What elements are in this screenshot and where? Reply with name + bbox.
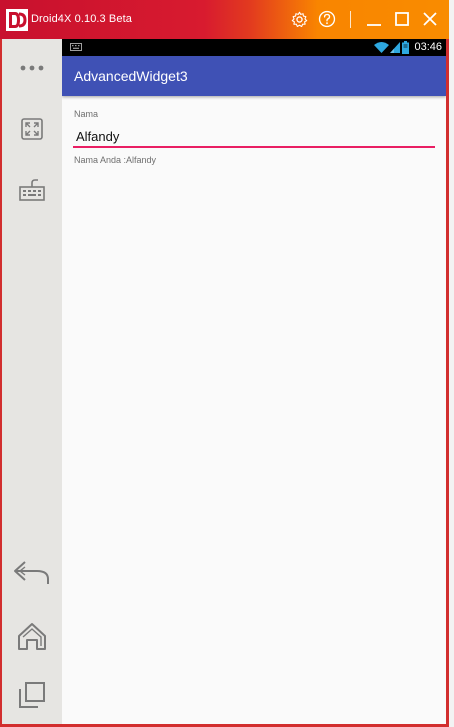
titlebar-separator [350, 11, 351, 28]
wifi-icon [374, 42, 389, 53]
signal-icon [390, 42, 400, 53]
minimize-button[interactable] [365, 10, 383, 28]
back-button[interactable] [12, 553, 52, 593]
app-bar: AdvancedWidget3 [62, 56, 446, 96]
back-icon [14, 561, 49, 584]
status-bar: 03:46 [62, 39, 446, 56]
emulator-sidebar [2, 39, 62, 724]
maximize-icon [395, 12, 409, 26]
close-icon [423, 12, 437, 26]
title-bar: Droid4X 0.10.3 Beta [0, 0, 454, 39]
android-screen: 03:46 AdvancedWidget3 Nama Nama Anda :Al… [62, 39, 446, 724]
window-title: Droid4X 0.10.3 Beta [31, 13, 132, 25]
recent-apps-icon [19, 682, 45, 708]
battery-icon [402, 41, 409, 54]
fullscreen-icon [21, 118, 43, 140]
home-icon [18, 623, 46, 650]
keyboard-indicator-icon [70, 43, 82, 51]
help-icon [318, 10, 336, 28]
home-button[interactable] [12, 616, 52, 656]
name-input[interactable] [73, 126, 435, 148]
fullscreen-button[interactable] [12, 109, 52, 149]
keyboard-button[interactable] [12, 170, 52, 210]
settings-button[interactable] [290, 10, 308, 28]
close-button[interactable] [421, 10, 439, 28]
status-time: 03:46 [414, 41, 442, 53]
more-button[interactable] [12, 48, 52, 88]
help-button[interactable] [318, 10, 336, 28]
droid4x-logo-icon [6, 9, 28, 31]
settings-icon [291, 11, 307, 27]
app-bar-title: AdvancedWidget3 [74, 68, 188, 84]
recent-apps-button[interactable] [12, 675, 52, 715]
maximize-button[interactable] [393, 10, 411, 28]
more-icon [20, 65, 44, 71]
emulator-window: Droid4X 0.10.3 Beta 03:46 AdvancedWidget… [0, 0, 454, 727]
minimize-icon [367, 24, 381, 26]
name-field-label: Nama [74, 109, 99, 119]
window-border-left [0, 39, 2, 727]
background-desktop-strip [449, 0, 454, 727]
name-output-text: Nama Anda :Alfandy [74, 155, 157, 165]
keyboard-icon [19, 179, 45, 201]
